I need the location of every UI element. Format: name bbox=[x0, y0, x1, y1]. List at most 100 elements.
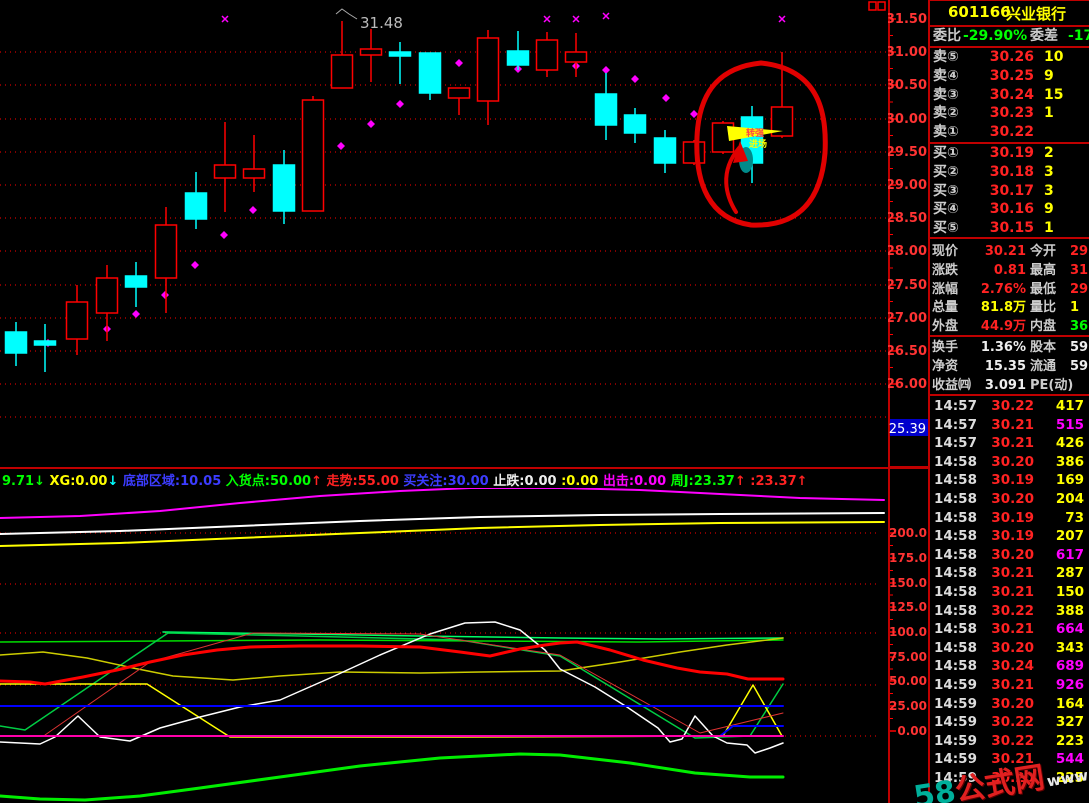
tick-row[interactable]: 14:58 30.21 150 bbox=[930, 583, 1089, 602]
tick-row[interactable]: 14:59 30.22 327 bbox=[930, 713, 1089, 732]
candle[interactable] bbox=[506, 31, 530, 70]
candle[interactable] bbox=[682, 140, 706, 165]
tick-time: 14:57 bbox=[934, 416, 977, 433]
bid-price: 30.17 bbox=[989, 182, 1034, 199]
info-row: 外盘 44.9万内盘 36.8 bbox=[930, 317, 1089, 336]
indicator-parameter-bar[interactable]: 9.71↓ XG:0.00↓ 底部区域:10.05 入货点:50.00↑ 走势:… bbox=[2, 470, 886, 487]
tick-volume: 515 bbox=[1055, 416, 1084, 433]
ask-row[interactable]: 卖⑤ 30.26 10 bbox=[930, 48, 1089, 67]
candle[interactable] bbox=[447, 87, 471, 115]
tick-row[interactable]: 14:58 30.20 343 bbox=[930, 639, 1089, 658]
trend-dot bbox=[396, 100, 404, 108]
candle[interactable] bbox=[213, 122, 237, 212]
ask-row[interactable]: 卖① 30.22 bbox=[930, 123, 1089, 142]
tick-price: 30.22 bbox=[991, 602, 1034, 619]
info-label: 涨跌 bbox=[932, 262, 959, 278]
ask-price: 30.22 bbox=[989, 124, 1034, 141]
tick-time: 14:59 bbox=[934, 732, 977, 749]
candle[interactable] bbox=[65, 285, 89, 355]
tick-price: 30.21 bbox=[991, 621, 1034, 638]
candle[interactable] bbox=[4, 322, 28, 366]
info-value: 29 bbox=[1070, 281, 1089, 297]
info-label: 流通 bbox=[1030, 358, 1057, 374]
tick-volume: 164 bbox=[1055, 695, 1084, 712]
indicator-panel[interactable] bbox=[0, 488, 888, 803]
watermark-gongshiwang: 公式网 bbox=[952, 760, 1048, 803]
candlestick-chart[interactable]: 转强进场 31.48 bbox=[0, 0, 888, 468]
tick-row[interactable]: 14:58 30.22 388 bbox=[930, 602, 1089, 621]
bid-price: 30.18 bbox=[989, 163, 1034, 180]
bid-row[interactable]: 买⑤ 30.15 1 bbox=[930, 219, 1089, 238]
candle[interactable] bbox=[476, 30, 500, 125]
quote-header[interactable]: 601166 兴业银行 bbox=[930, 3, 1089, 25]
indicator-line-green-flat-a bbox=[0, 639, 784, 643]
candle[interactable] bbox=[623, 108, 647, 143]
tick-row[interactable]: 14:58 30.21 287 bbox=[930, 564, 1089, 583]
bid-volume: 1 bbox=[1044, 220, 1054, 237]
tick-time: 14:58 bbox=[934, 472, 977, 489]
candle[interactable] bbox=[359, 29, 383, 82]
tick-time: 14:58 bbox=[934, 658, 977, 675]
tick-time: 14:58 bbox=[934, 491, 977, 507]
candle[interactable] bbox=[301, 96, 325, 212]
bid-row[interactable]: 买④ 30.16 9 bbox=[930, 200, 1089, 219]
axis-label: 125.0 bbox=[889, 600, 927, 614]
tick-row[interactable]: 14:57 30.21 515 bbox=[930, 416, 1089, 435]
tick-row[interactable]: 14:58 30.24 689 bbox=[930, 657, 1089, 676]
tick-row[interactable]: 14:58 30.20 386 bbox=[930, 453, 1089, 472]
candle[interactable] bbox=[418, 52, 442, 100]
candle[interactable] bbox=[154, 207, 178, 313]
tick-time: 14:58 bbox=[934, 602, 977, 619]
tick-row[interactable]: 14:58 30.19 207 bbox=[930, 527, 1089, 546]
info-value: 81.8万 bbox=[980, 300, 1026, 316]
ask-row[interactable]: 卖④ 30.25 9 bbox=[930, 67, 1089, 86]
tick-price: 30.21 bbox=[991, 677, 1034, 693]
candle[interactable] bbox=[535, 32, 559, 77]
tick-price: 30.22 bbox=[991, 714, 1034, 731]
tick-time: 14:58 bbox=[934, 639, 977, 656]
tick-row[interactable]: 14:58 30.19 169 bbox=[930, 471, 1089, 490]
tick-row[interactable]: 14:58 30.20 617 bbox=[930, 546, 1089, 565]
indicator-param: 止跌:0.00 bbox=[488, 474, 557, 487]
candle[interactable] bbox=[272, 150, 296, 224]
ask-row[interactable]: 卖② 30.23 1 bbox=[930, 104, 1089, 123]
candle[interactable] bbox=[242, 135, 266, 192]
bid-row[interactable]: 买① 30.19 2 bbox=[930, 144, 1089, 163]
bid-label: 买② bbox=[933, 163, 959, 180]
info-value: 29 bbox=[1070, 244, 1089, 259]
tick-row[interactable]: 14:58 30.19 73 bbox=[930, 509, 1089, 528]
tick-row[interactable]: 14:58 30.20 204 bbox=[930, 490, 1089, 509]
candle[interactable] bbox=[653, 130, 677, 173]
bid-row[interactable]: 买③ 30.17 3 bbox=[930, 182, 1089, 201]
tick-time: 14:58 bbox=[934, 621, 977, 638]
tick-row[interactable]: 14:59 30.20 164 bbox=[930, 695, 1089, 714]
quote-panel: 601166 兴业银行 委比 -29.90% 委差 -17 卖⑤30.2610卖… bbox=[930, 0, 1089, 803]
candle[interactable] bbox=[564, 33, 588, 77]
candle[interactable] bbox=[95, 265, 119, 341]
indicator-param: 9.71 bbox=[2, 474, 35, 487]
candle[interactable] bbox=[330, 21, 354, 89]
candle[interactable] bbox=[594, 73, 618, 140]
ask-label: 卖② bbox=[933, 105, 959, 122]
tick-row[interactable]: 14:58 30.21 664 bbox=[930, 620, 1089, 639]
info-row: 净资 15.35流通 59.9 bbox=[930, 357, 1089, 376]
window-icon[interactable] bbox=[868, 1, 886, 11]
candle[interactable] bbox=[33, 324, 57, 372]
candle[interactable] bbox=[388, 42, 412, 84]
ask-row[interactable]: 卖③ 30.24 15 bbox=[930, 86, 1089, 105]
tick-row[interactable]: 14:57 30.21 426 bbox=[930, 434, 1089, 453]
axis-label: 0.00 bbox=[897, 724, 927, 738]
stock-app-screen: 转强 进场 31.48 9.71↓ XG:0.00↓ 底部区域:10.05 入货点:… bbox=[0, 0, 1089, 803]
tick-price: 30.19 bbox=[991, 509, 1034, 526]
indicator-param: ↑ bbox=[734, 474, 746, 487]
tick-price: 30.21 bbox=[991, 435, 1034, 452]
candle[interactable] bbox=[184, 172, 208, 229]
info-label: 最高 bbox=[1030, 262, 1057, 278]
tick-row[interactable]: 14:59 30.21 926 bbox=[930, 676, 1089, 695]
info-row: 涨幅 2.76% 最低 29 bbox=[930, 280, 1089, 299]
axis-label: 26.50 bbox=[888, 344, 927, 359]
bid-row[interactable]: 买② 30.18 3 bbox=[930, 163, 1089, 182]
tick-row[interactable]: 14:57 30.22 417 bbox=[930, 397, 1089, 416]
candle[interactable] bbox=[124, 262, 148, 307]
tick-price: 30.20 bbox=[991, 453, 1034, 470]
